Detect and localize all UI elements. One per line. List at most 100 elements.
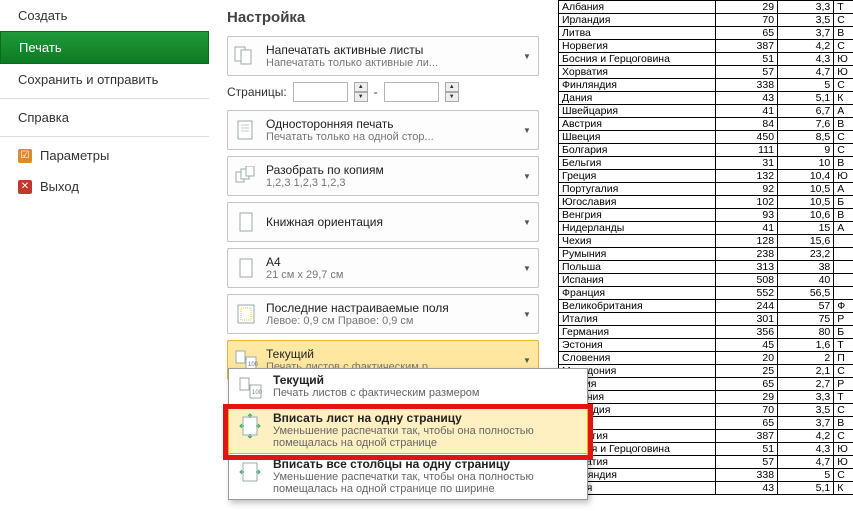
scale-current-icon: 100 [235, 373, 265, 403]
page-icon [233, 117, 259, 143]
scaling-dropdown: 100 Текущий Печать листов с фактическим … [228, 368, 588, 500]
table-cell: Ю [834, 53, 853, 66]
sidebar-item-options[interactable]: ☑ Параметры [0, 140, 209, 171]
table-cell: 10 [778, 157, 834, 170]
option-orientation[interactable]: Книжная ориентация ▼ [227, 202, 539, 242]
pages-to-input[interactable] [384, 82, 439, 102]
options-icon: ☑ [18, 149, 32, 163]
dropdown-item-current[interactable]: 100 Текущий Печать листов с фактическим … [229, 369, 587, 407]
table-row: Македония252,1С [559, 365, 853, 378]
sidebar-item-new[interactable]: Создать [0, 0, 209, 31]
table-cell: Б [834, 326, 853, 339]
table-cell: Ф [834, 300, 853, 313]
chevron-down-icon: ▼ [521, 52, 533, 61]
sidebar-item-exit[interactable]: ✕ Выход [0, 171, 209, 202]
table-cell: 80 [778, 326, 834, 339]
table-cell: 111 [716, 144, 778, 157]
option-title: Текущий [266, 347, 521, 361]
dd-sub: Уменьшение распечатки так, чтобы она пол… [273, 425, 581, 449]
table-cell: 132 [716, 170, 778, 183]
table-cell: 2,7 [778, 378, 834, 391]
table-cell: В [834, 157, 853, 170]
table-cell: С [834, 404, 853, 417]
option-onesided[interactable]: Односторонняя печать Печатать только на … [227, 110, 539, 150]
table-cell: 43 [716, 92, 778, 105]
table-cell: 10,5 [778, 196, 834, 209]
sidebar-item-save-send[interactable]: Сохранить и отправить [0, 64, 209, 95]
table-cell: 10,6 [778, 209, 834, 222]
table-cell [834, 287, 853, 300]
table-cell: 8,5 [778, 131, 834, 144]
table-cell: С [834, 365, 853, 378]
table-cell: Б [834, 196, 853, 209]
table-cell: 41 [716, 222, 778, 235]
table-cell: 75 [778, 313, 834, 326]
table-row: Дания435,1К [559, 482, 853, 495]
table-cell: 40 [778, 274, 834, 287]
table-cell: С [834, 131, 853, 144]
table-cell: 29 [716, 391, 778, 404]
table-cell: Болгария [559, 144, 716, 157]
table-cell: С [834, 469, 853, 482]
sidebar-item-help[interactable]: Справка [0, 102, 209, 133]
option-margins[interactable]: Последние настраиваемые поля Левое: 0,9 … [227, 294, 539, 334]
table-cell: 70 [716, 14, 778, 27]
table-row: Норвегия3874,2С [559, 40, 853, 53]
settings-title: Настройка [227, 9, 539, 26]
option-paper[interactable]: A4 21 см x 29,7 см ▼ [227, 248, 539, 288]
table-cell: 4,3 [778, 443, 834, 456]
table-cell: Швеция [559, 131, 716, 144]
table-row: Ирландия703,5С [559, 404, 853, 417]
table-cell: 7,6 [778, 118, 834, 131]
dropdown-item-fit-columns[interactable]: Вписать все столбцы на одну страницу Уме… [229, 453, 587, 499]
table-row: Босния и Герцоговина514,3Ю [559, 53, 853, 66]
table-row: Болгария1119С [559, 144, 853, 157]
table-row: Латвия652,7Р [559, 378, 853, 391]
table-cell: Босния и Герцоговина [559, 53, 716, 66]
table-row: Австрия847,6В [559, 118, 853, 131]
table-cell: 10,4 [778, 170, 834, 183]
table-cell: 2 [778, 352, 834, 365]
table-row: Босния и Герцоговина514,3Ю [559, 443, 853, 456]
table-cell [834, 274, 853, 287]
table-cell: 57 [716, 456, 778, 469]
chevron-down-icon: ▼ [521, 264, 533, 273]
table-row: Дания435,1К [559, 92, 853, 105]
margins-icon [233, 301, 259, 327]
table-cell: Албания [559, 1, 716, 14]
option-print-active[interactable]: Напечатать активные листы Напечатать тол… [227, 36, 539, 76]
table-cell: 5 [778, 469, 834, 482]
option-title: Напечатать активные листы [266, 43, 521, 57]
sheets-icon [233, 43, 259, 69]
table-cell: 3,5 [778, 404, 834, 417]
table-cell: Т [834, 339, 853, 352]
table-cell: 23,2 [778, 248, 834, 261]
table-cell: 313 [716, 261, 778, 274]
table-cell: 51 [716, 443, 778, 456]
table-cell: 338 [716, 469, 778, 482]
table-cell: 25 [716, 365, 778, 378]
portrait-icon [233, 209, 259, 235]
dropdown-item-fit-sheet[interactable]: Вписать лист на одну страницу Уменьшение… [228, 406, 588, 454]
dash: - [374, 85, 378, 99]
sidebar-item-print[interactable]: Печать [0, 31, 209, 64]
table-row: Португалия9210,5А [559, 183, 853, 196]
table-cell: 20 [716, 352, 778, 365]
pages-range: Страницы: ▲▼ - ▲▼ [227, 82, 539, 102]
option-collate[interactable]: Разобрать по копиям 1,2,3 1,2,3 1,2,3 ▼ [227, 156, 539, 196]
table-cell: 93 [716, 209, 778, 222]
table-cell: 9 [778, 144, 834, 157]
table-row: Финляндия3385С [559, 469, 853, 482]
table-cell: Греция [559, 170, 716, 183]
table-cell: К [834, 482, 853, 495]
pages-from-input[interactable] [293, 82, 348, 102]
dd-title: Вписать все столбцы на одну страницу [273, 457, 581, 471]
table-cell: Австрия [559, 118, 716, 131]
dd-title: Текущий [273, 373, 581, 387]
table-row: Греция13210,4Ю [559, 170, 853, 183]
spinner[interactable]: ▲▼ [354, 82, 368, 102]
table-cell: 4,7 [778, 66, 834, 79]
spinner[interactable]: ▲▼ [445, 82, 459, 102]
table-cell: В [834, 209, 853, 222]
table-cell: 3,3 [778, 1, 834, 14]
